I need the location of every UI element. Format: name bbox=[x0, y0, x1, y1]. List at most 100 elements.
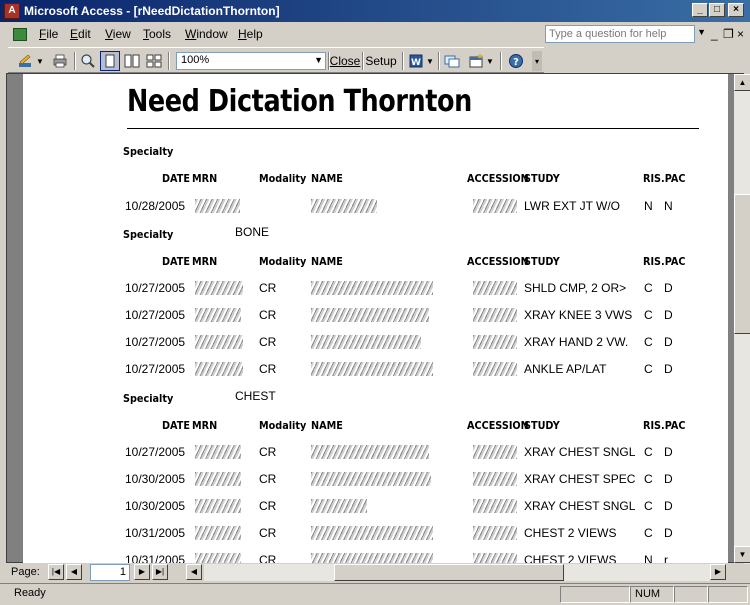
svg-text:?: ? bbox=[513, 57, 519, 68]
redacted-accession bbox=[473, 499, 517, 513]
scroll-left-arrow-icon[interactable]: ◀ bbox=[186, 564, 202, 580]
help-dropdown-icon[interactable]: ▼ bbox=[697, 27, 706, 37]
view-icon[interactable] bbox=[14, 51, 36, 71]
menu-help[interactable]: Help bbox=[238, 27, 263, 41]
vertical-scrollbar[interactable]: ▲ ▼ bbox=[734, 74, 750, 564]
menu-file[interactable]: File bbox=[39, 27, 58, 41]
new-object-dropdown-icon[interactable]: ▼ bbox=[486, 51, 494, 71]
col-mrn-header: MRN bbox=[192, 172, 218, 185]
menu-tools[interactable]: Tools bbox=[143, 27, 171, 41]
cell-date: 10/27/2005 bbox=[125, 308, 186, 322]
toolbar-separator bbox=[402, 52, 404, 70]
redacted-mrn bbox=[195, 362, 243, 376]
col-accession-header: ACCESSION bbox=[467, 255, 529, 268]
zoom-select[interactable]: 100% ▼ bbox=[176, 52, 326, 70]
cell-ris: C bbox=[644, 281, 653, 295]
col-date-header: DATE bbox=[162, 172, 190, 185]
close-window-button[interactable]: × bbox=[728, 3, 744, 17]
redacted-name bbox=[311, 499, 367, 513]
redacted-accession bbox=[473, 445, 517, 459]
redacted-accession bbox=[473, 335, 517, 349]
zoom-dropdown-icon[interactable]: ▼ bbox=[314, 55, 323, 65]
col-rispac-header: RIS.PAC bbox=[643, 172, 686, 185]
view-dropdown-icon[interactable]: ▼ bbox=[36, 51, 44, 71]
mdi-restore-button[interactable]: ❐ bbox=[723, 27, 734, 41]
specialty-label: Specialty bbox=[123, 392, 174, 405]
cell-study: XRAY HAND 2 VW. bbox=[524, 335, 629, 349]
page-setup-button[interactable]: Setup bbox=[364, 51, 398, 71]
scroll-up-arrow-icon[interactable]: ▲ bbox=[734, 74, 750, 91]
mdi-minimize-button[interactable]: _ bbox=[711, 27, 718, 41]
office-links-dropdown-icon[interactable]: ▼ bbox=[426, 51, 434, 71]
cell-pac: D bbox=[664, 499, 673, 513]
report-document-icon[interactable] bbox=[13, 28, 27, 41]
page-number-input[interactable]: 1 bbox=[90, 564, 130, 581]
help-icon[interactable]: ? bbox=[506, 51, 526, 71]
col-rispac-header: RIS.PAC bbox=[643, 255, 686, 268]
redacted-accession bbox=[473, 362, 517, 376]
multiple-pages-icon[interactable] bbox=[144, 51, 164, 71]
two-pages-icon[interactable] bbox=[122, 51, 142, 71]
cell-modality: CR bbox=[259, 281, 277, 295]
col-date-header: DATE bbox=[162, 419, 190, 432]
col-study-header: STUDY bbox=[524, 172, 560, 185]
new-object-icon[interactable] bbox=[466, 51, 486, 71]
title-bar: A Microsoft Access - [rNeedDictationThor… bbox=[0, 0, 750, 22]
scroll-down-arrow-icon[interactable]: ▼ bbox=[734, 546, 750, 563]
toolbar-options-icon[interactable]: ▾ bbox=[532, 51, 542, 71]
help-question-input[interactable]: Type a question for help ▼ bbox=[545, 25, 706, 43]
cell-date: 10/28/2005 bbox=[125, 199, 186, 213]
office-links-word-icon[interactable]: W bbox=[406, 51, 426, 71]
menu-window[interactable]: Window bbox=[185, 27, 228, 41]
redacted-name bbox=[311, 308, 429, 322]
print-icon[interactable] bbox=[50, 51, 70, 71]
redacted-mrn bbox=[195, 335, 243, 349]
status-ready: Ready bbox=[14, 587, 46, 599]
next-page-icon[interactable]: ▶ bbox=[134, 564, 150, 580]
previous-page-icon[interactable]: ◀ bbox=[66, 564, 82, 580]
col-modality-header: Modality bbox=[259, 255, 307, 268]
redacted-accession bbox=[473, 199, 517, 213]
maximize-button[interactable]: □ bbox=[709, 3, 725, 17]
cell-study: XRAY CHEST SPEC bbox=[524, 472, 636, 486]
mdi-close-button[interactable]: × bbox=[737, 27, 744, 41]
one-page-icon[interactable] bbox=[100, 51, 120, 71]
cell-date: 10/31/2005 bbox=[125, 526, 186, 540]
specialty-label: Specialty bbox=[123, 228, 174, 241]
database-window-icon[interactable] bbox=[442, 51, 462, 71]
col-accession-header: ACCESSION bbox=[467, 419, 529, 432]
redacted-mrn bbox=[195, 472, 241, 486]
title-divider bbox=[127, 128, 699, 129]
minimize-button[interactable]: _ bbox=[692, 3, 708, 17]
col-accession-header: ACCESSION bbox=[467, 172, 529, 185]
menu-view[interactable]: View bbox=[105, 27, 131, 41]
scroll-right-arrow-icon[interactable]: ▶ bbox=[710, 564, 726, 580]
redacted-mrn bbox=[195, 199, 240, 213]
zoom-magnifier-icon[interactable] bbox=[78, 51, 98, 71]
horizontal-scroll-thumb[interactable] bbox=[334, 564, 564, 581]
print-preview-toolbar: ▼ 100% ▼ Close Setup W ▼ ▼ ? ▾ bbox=[8, 47, 544, 73]
redacted-name bbox=[311, 526, 433, 540]
access-app-icon[interactable]: A bbox=[4, 3, 20, 19]
col-name-header: NAME bbox=[311, 172, 343, 185]
redacted-name bbox=[311, 281, 433, 295]
last-page-icon[interactable]: ▶| bbox=[152, 564, 168, 580]
first-page-icon[interactable]: |◀ bbox=[48, 564, 64, 580]
col-modality-header: Modality bbox=[259, 172, 307, 185]
cell-modality: CR bbox=[259, 499, 277, 513]
cell-modality: CR bbox=[259, 308, 277, 322]
menu-edit[interactable]: Edit bbox=[70, 27, 91, 41]
cell-date: 10/27/2005 bbox=[125, 362, 186, 376]
redacted-mrn bbox=[195, 308, 241, 322]
horizontal-scrollbar[interactable] bbox=[204, 564, 710, 581]
close-preview-button[interactable]: Close bbox=[330, 51, 361, 71]
cell-modality: CR bbox=[259, 472, 277, 486]
vertical-scroll-thumb[interactable] bbox=[734, 194, 750, 334]
redacted-accession bbox=[473, 472, 517, 486]
cell-date: 10/27/2005 bbox=[125, 335, 186, 349]
cell-pac: D bbox=[664, 445, 673, 459]
report-title: Need Dictation Thornton bbox=[127, 84, 472, 119]
cell-date: 10/30/2005 bbox=[125, 472, 186, 486]
cell-pac: N bbox=[664, 199, 673, 213]
redacted-mrn bbox=[195, 499, 241, 513]
